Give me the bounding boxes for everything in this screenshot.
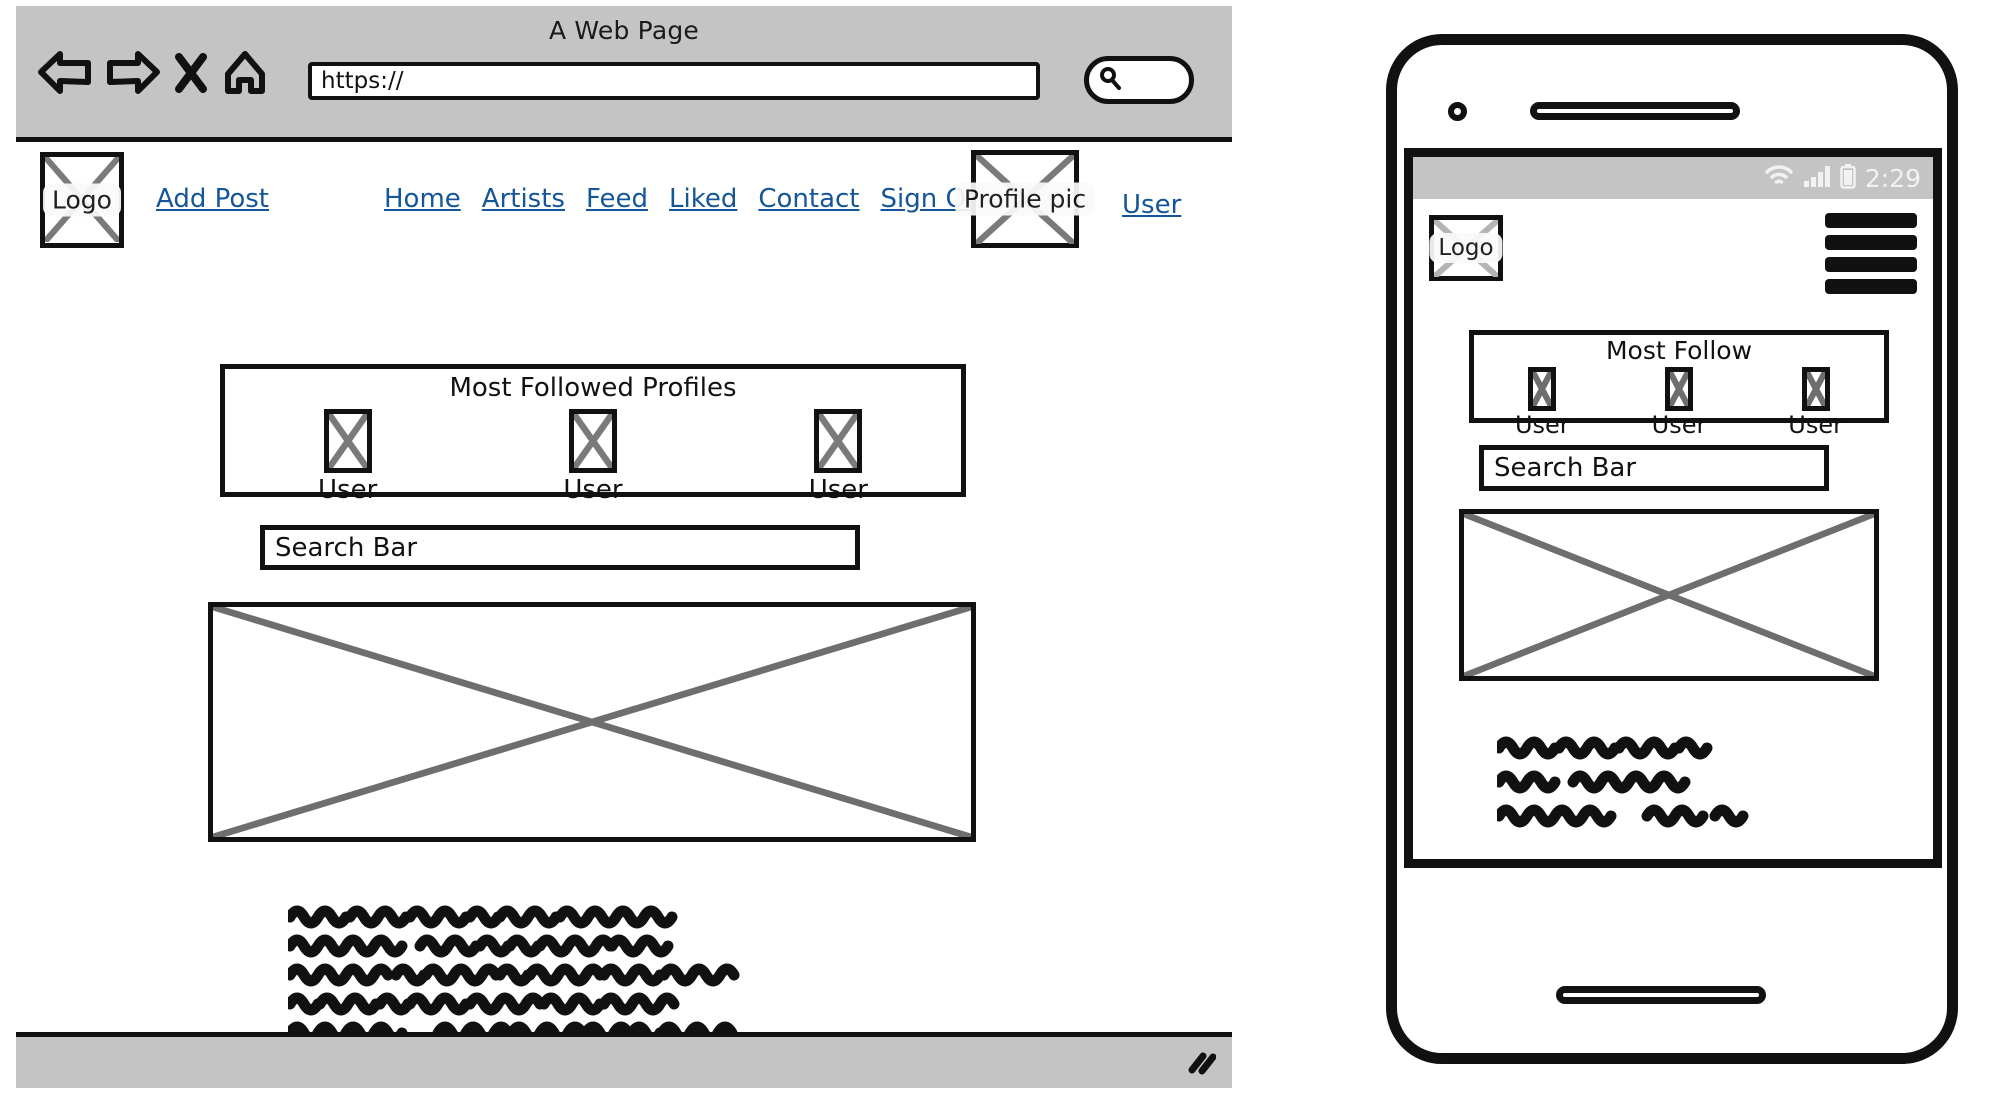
most-followed-title: Most Followed Profiles [449, 373, 737, 403]
window-title: A Web Page [548, 16, 700, 45]
user-name-label: User [1788, 411, 1843, 439]
stop-x-icon[interactable] [174, 51, 208, 95]
main-navigation: Home Artists Feed Liked Contact Sign Out [384, 184, 993, 214]
placeholder-x-icon [573, 414, 612, 468]
mobile-header: Logo [1413, 199, 1933, 295]
mobile-status-bar: 2:29 [1413, 157, 1933, 199]
forward-arrow-icon[interactable] [106, 51, 160, 95]
mobile-body-text-scribble [1493, 735, 1797, 849]
mobile-most-followed-title: Most Follow [1605, 336, 1753, 365]
user-avatar-placeholder[interactable] [1801, 367, 1830, 411]
list-item[interactable]: User [318, 409, 377, 505]
mobile-logo-label: Logo [1429, 233, 1503, 263]
nav-link-artists[interactable]: Artists [482, 184, 565, 214]
placeholder-x-icon [1806, 372, 1825, 406]
user-name-label: User [563, 475, 623, 505]
browser-window: A Web Page https:// Logo Add Post Home A… [16, 6, 1232, 1088]
list-item[interactable]: User [809, 409, 868, 505]
resize-grip-icon[interactable] [1186, 1050, 1217, 1080]
profile-pic-placeholder[interactable]: Profile pic [954, 150, 1096, 248]
front-camera-dot-icon [1448, 102, 1467, 121]
user-name-label: User [1651, 411, 1707, 439]
list-item[interactable]: User [1788, 367, 1843, 439]
earpiece-speaker-icon [1530, 102, 1740, 120]
search-input-text: Search Bar [275, 532, 418, 563]
back-arrow-icon[interactable] [38, 51, 92, 95]
most-followed-list: User User User [225, 409, 961, 505]
scribble-lines-icon [284, 905, 740, 1032]
profile-pic-label: Profile pic [954, 182, 1096, 216]
mobile-search-input-text: Search Bar [1494, 453, 1637, 483]
user-name-label: User [1514, 411, 1570, 439]
logo-label: Logo [43, 183, 121, 217]
mobile-most-followed-panel: Most Follow User User User [1469, 330, 1889, 439]
site-header: Logo Add Post Home Artists Feed Liked Co… [16, 142, 1232, 248]
wifi-icon [1764, 164, 1794, 192]
mobile-logo-placeholder[interactable]: Logo [1429, 215, 1503, 281]
user-avatar-placeholder[interactable] [568, 409, 617, 473]
menu-bar [1825, 257, 1917, 272]
mobile-device: 2:29 Logo Most Follow User User User Sea… [1386, 34, 1958, 1064]
menu-bar [1825, 279, 1917, 294]
user-name-label: User [808, 475, 868, 505]
hamburger-menu-icon[interactable] [1825, 213, 1917, 294]
list-item[interactable]: User [1651, 367, 1707, 439]
user-avatar-placeholder[interactable] [814, 409, 863, 473]
most-followed-profiles-panel: Most Followed Profiles User User User [220, 364, 966, 505]
nav-link-contact[interactable]: Contact [758, 184, 859, 214]
placeholder-x-icon [1533, 372, 1552, 406]
browser-status-bar [16, 1032, 1232, 1088]
battery-icon [1840, 163, 1856, 193]
body-text-scribble [284, 904, 833, 1032]
user-profile-link[interactable]: User [1122, 190, 1181, 220]
browser-search-input[interactable] [1084, 56, 1194, 104]
placeholder-x-icon [213, 607, 971, 837]
user-avatar-placeholder[interactable] [1664, 367, 1693, 411]
menu-bar [1825, 235, 1917, 250]
home-icon[interactable] [222, 50, 268, 96]
menu-bar [1825, 213, 1917, 228]
search-input[interactable]: Search Bar [260, 525, 860, 570]
phone-screen: 2:29 Logo Most Follow User User User Sea… [1404, 148, 1942, 868]
hero-image-placeholder[interactable] [208, 602, 976, 842]
mobile-hero-image-placeholder[interactable] [1459, 509, 1879, 681]
status-bar-time: 2:29 [1864, 163, 1921, 193]
scribble-lines-icon [1493, 736, 1749, 828]
placeholder-x-icon [328, 414, 367, 468]
nav-link-feed[interactable]: Feed [586, 184, 648, 214]
list-item[interactable]: User [563, 409, 623, 505]
placeholder-x-icon [819, 414, 858, 468]
logo-placeholder[interactable]: Logo [40, 152, 124, 248]
browser-toolbar [38, 50, 268, 96]
magnifier-icon [1097, 65, 1123, 95]
page-viewport: Logo Add Post Home Artists Feed Liked Co… [16, 142, 1232, 1032]
user-name-label: User [318, 475, 378, 505]
placeholder-x-icon [1669, 372, 1688, 406]
nav-link-home[interactable]: Home [384, 184, 461, 214]
user-avatar-placeholder[interactable] [323, 409, 372, 473]
add-post-link[interactable]: Add Post [156, 184, 269, 214]
url-text: https:// [321, 68, 404, 94]
browser-chrome: A Web Page https:// [16, 6, 1232, 142]
home-button[interactable] [1556, 986, 1766, 1004]
list-item[interactable]: User [1515, 367, 1570, 439]
mobile-search-input[interactable]: Search Bar [1479, 445, 1829, 491]
placeholder-x-icon [1464, 514, 1874, 676]
nav-link-liked[interactable]: Liked [669, 184, 737, 214]
signal-bars-icon [1803, 164, 1831, 192]
mobile-most-followed-list: User User User [1474, 367, 1884, 439]
url-input[interactable]: https:// [308, 62, 1040, 100]
user-avatar-placeholder[interactable] [1528, 367, 1557, 411]
